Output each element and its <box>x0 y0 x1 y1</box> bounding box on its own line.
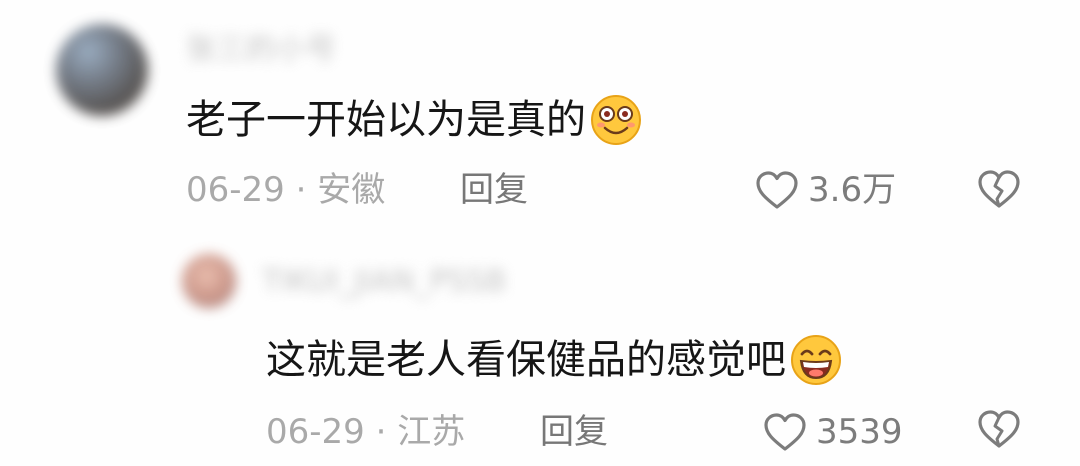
avatar[interactable] <box>56 24 148 116</box>
like-count: 3539 <box>816 412 903 452</box>
comment-location: 安徽 <box>317 170 386 210</box>
smiling-face-icon <box>591 95 641 145</box>
like-button[interactable]: 3.6万 <box>754 168 896 212</box>
broken-heart-icon <box>978 410 1020 448</box>
comment-body: 这就是老人看保健品的感觉吧 <box>266 337 786 383</box>
heart-icon <box>756 171 798 209</box>
comment-text: 老子一开始以为是真的 <box>186 92 644 148</box>
comment-meta: 06-29 · 安徽 <box>186 168 385 212</box>
username[interactable]: TIKUI_JIAN_PSSB <box>262 264 506 299</box>
meta-separator: · <box>295 170 307 210</box>
comment-list: 张三的小号 老子一开始以为是真的 06-29 · 安徽 回复 3.6万 TIKU… <box>0 0 1080 466</box>
username[interactable]: 张三的小号 <box>186 24 336 68</box>
comment-text: 这就是老人看保健品的感觉吧 <box>266 332 844 388</box>
comment-meta: 06-29 · 江苏 <box>266 410 465 454</box>
grinning-face-icon <box>791 335 841 385</box>
dislike-button[interactable] <box>976 408 1022 454</box>
comment-location: 江苏 <box>397 412 466 452</box>
like-count: 3.6万 <box>808 170 897 210</box>
dislike-button[interactable] <box>976 168 1022 214</box>
heart-icon <box>764 413 806 451</box>
reply-button[interactable]: 回复 <box>540 410 608 454</box>
meta-separator: · <box>375 412 387 452</box>
avatar[interactable] <box>182 254 236 308</box>
like-button[interactable]: 3539 <box>762 410 903 454</box>
comment-date: 06-29 <box>266 412 365 452</box>
comment-body: 老子一开始以为是真的 <box>186 97 586 143</box>
broken-heart-icon <box>978 170 1020 208</box>
reply-button[interactable]: 回复 <box>460 168 528 212</box>
comment-date: 06-29 <box>186 170 285 210</box>
